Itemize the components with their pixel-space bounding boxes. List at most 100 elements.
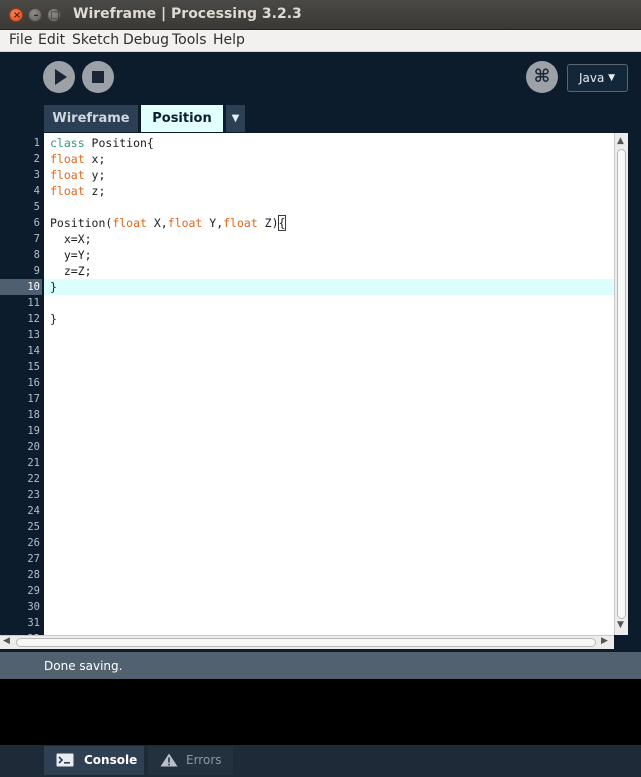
code-token: z;	[84, 184, 106, 198]
stop-button[interactable]	[82, 61, 114, 93]
chevron-down-icon: ▼	[231, 113, 240, 124]
maximize-icon: □	[50, 10, 60, 21]
line-number: 16	[27, 377, 40, 389]
line-number: 23	[27, 489, 40, 501]
code-token: }	[50, 280, 57, 294]
title-bar: × – □ Wireframe | Processing 3.2.3	[0, 0, 641, 30]
code-line: class Position{	[44, 135, 614, 151]
line-number: 17	[27, 393, 40, 405]
code-line: z=Z;	[44, 263, 614, 279]
window-maximize-button[interactable]: □	[47, 8, 61, 22]
line-number: 15	[27, 361, 40, 373]
line-number: 14	[27, 345, 40, 357]
code-token: y;	[84, 168, 106, 182]
code-token: {	[277, 215, 287, 231]
code-editor[interactable]: class Position{float x; float y; float z; P…	[44, 133, 614, 635]
line-number: 12	[27, 313, 40, 325]
code-token: x;	[84, 152, 106, 166]
code-line: y=Y;	[44, 247, 614, 263]
code-keyword: float	[50, 168, 85, 182]
warning-icon	[160, 753, 178, 767]
tab-console[interactable]: Console	[44, 746, 144, 775]
line-number: 9	[33, 265, 40, 277]
code-token: X,	[146, 216, 168, 230]
line-number: 26	[27, 537, 40, 549]
tab-menu-button[interactable]: ▼	[226, 105, 245, 132]
line-number: 30	[27, 601, 40, 613]
status-message: Done saving.	[44, 659, 123, 673]
code-token: y=Y;	[50, 248, 92, 262]
line-number: 18	[27, 409, 40, 421]
code-keyword: class	[50, 136, 85, 150]
code-token: z=Z;	[50, 264, 92, 278]
tab-wireframe[interactable]: Wireframe	[44, 105, 138, 132]
line-number: 28	[27, 569, 40, 581]
line-number: 1	[33, 137, 40, 149]
scroll-down-icon[interactable]: ▼	[617, 620, 624, 630]
code-line: x=X;	[44, 231, 614, 247]
line-number-gutter: 1 2 3 4 5 6 7 8 9 10 11 12 13 14 15 16 17 18 19 20 21 22 23 24 2…	[0, 133, 44, 635]
console-icon	[56, 753, 74, 767]
code-token: Y,	[202, 216, 224, 230]
code-token: x=X;	[50, 232, 92, 246]
scroll-left-icon[interactable]: ◀	[3, 636, 10, 646]
code-token: Position(	[50, 216, 113, 230]
line-number: 20	[27, 441, 40, 453]
menu-tools[interactable]: Tools	[172, 32, 207, 48]
menu-help[interactable]: Help	[213, 32, 245, 48]
code-keyword: float	[167, 216, 203, 230]
line-number: 27	[27, 553, 40, 565]
window-minimize-button[interactable]: –	[28, 8, 42, 22]
line-number: 24	[27, 505, 40, 517]
code-line: }	[44, 311, 614, 327]
code-line: float z;	[44, 183, 614, 199]
mode-selector[interactable]: Java ▼	[567, 64, 628, 92]
window-close-button[interactable]: ×	[9, 8, 23, 22]
vertical-scroll-thumb[interactable]	[617, 149, 626, 619]
horizontal-scrollbar[interactable]: ◀ ▶	[0, 635, 614, 649]
line-number: 19	[27, 425, 40, 437]
window-title: Wireframe | Processing 3.2.3	[73, 6, 302, 22]
line-number: 8	[33, 249, 40, 261]
code-line: }	[44, 279, 614, 295]
line-number: 29	[27, 585, 40, 597]
menu-file[interactable]: File	[9, 32, 32, 48]
line-number: 11	[27, 297, 40, 309]
line-number: 31	[27, 617, 40, 629]
tab-console-label: Console	[84, 753, 138, 767]
code-token: }	[50, 312, 57, 326]
butterfly-icon: ⌘	[533, 66, 551, 87]
line-number: 10	[0, 279, 42, 295]
chevron-down-icon: ▼	[608, 73, 615, 83]
vertical-scrollbar[interactable]: ▲ ▼	[614, 133, 628, 635]
line-number: 2	[33, 153, 40, 165]
tab-errors[interactable]: Errors	[148, 746, 233, 775]
run-button[interactable]	[43, 61, 75, 93]
mode-label: Java	[579, 71, 605, 85]
menu-bar: File Edit Sketch Debug Tools Help	[0, 30, 641, 52]
line-number: 6	[33, 217, 40, 229]
tab-position[interactable]: Position	[141, 105, 223, 132]
menu-debug[interactable]: Debug	[123, 32, 169, 48]
minimize-icon: –	[33, 10, 39, 21]
line-number: 3	[33, 169, 40, 181]
horizontal-scroll-thumb[interactable]	[16, 638, 596, 647]
line-number: 13	[27, 329, 40, 341]
line-number: 25	[27, 521, 40, 533]
code-keyword: float	[112, 216, 147, 230]
code-token: Z)	[257, 216, 279, 230]
menu-sketch[interactable]: Sketch	[72, 32, 119, 48]
menu-edit[interactable]: Edit	[38, 32, 65, 48]
tab-errors-label: Errors	[186, 753, 222, 767]
line-number: 4	[33, 185, 40, 197]
line-number: 22	[27, 473, 40, 485]
code-line: float y;	[44, 167, 614, 183]
scroll-right-icon[interactable]: ▶	[601, 636, 608, 646]
console-output[interactable]	[0, 679, 641, 745]
code-line: float x;	[44, 151, 614, 167]
scroll-up-icon[interactable]: ▲	[617, 136, 624, 146]
code-keyword: float	[50, 184, 85, 198]
code-keyword: float	[50, 152, 85, 166]
debugger-button[interactable]: ⌘	[526, 61, 558, 93]
